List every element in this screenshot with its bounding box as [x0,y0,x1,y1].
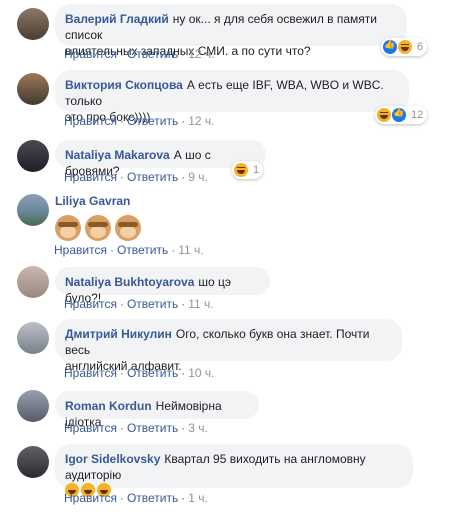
comment-time[interactable]: 9 ч. [188,170,208,184]
emoji-row [55,215,205,245]
separator: · [181,366,186,380]
separator: · [119,47,124,61]
monkey-face-icon [85,215,111,241]
comment-author[interactable]: Nataliya Makarova [65,148,170,162]
like-link[interactable]: Нравится [64,170,117,184]
like-link[interactable]: Нравится [64,491,117,505]
comment-actions: Нравится · Ответить · 10 ч. [64,366,215,380]
comment-author[interactable]: Liliya Gavran [55,194,130,208]
monkey-face-icon [55,215,81,241]
avatar[interactable] [17,194,49,226]
reply-link[interactable]: Ответить [127,366,178,380]
separator: · [181,170,186,184]
like-reaction-icon [383,39,397,54]
monkey-face-icon [115,215,141,241]
reply-link[interactable]: Ответить [127,297,178,311]
comment-bubble: Liliya Gavran [55,193,205,241]
comment-time[interactable]: 12 ч. [188,114,214,128]
comment-bubble: Igor Sidelkovsky Квартал 95 виходить на а… [55,444,413,497]
avatar[interactable] [17,390,49,422]
like-link[interactable]: Нравится [64,47,117,61]
separator: · [119,491,124,505]
separator: · [109,243,114,257]
haha-reaction-icon [234,163,248,177]
comment-bubble: Nataliya Bukhtoyarova шо цэ було?! [55,267,270,305]
separator: · [181,491,186,505]
reaction-count: 12 [411,109,424,121]
reaction-count: 6 [417,41,424,53]
like-link[interactable]: Нравится [64,421,117,435]
avatar[interactable] [17,140,49,172]
like-link[interactable]: Нравится [64,366,117,380]
avatar[interactable] [17,446,49,478]
comment-actions: Нравится · Ответить · 9 ч. [64,170,208,184]
comment-bubble: Виктория Скопцова А есть еще IBF, WBA, WB… [55,70,409,124]
separator: · [181,297,186,311]
reply-link[interactable]: Ответить [127,114,178,128]
comment-time[interactable]: 11 ч. [178,243,203,257]
like-link[interactable]: Нравится [64,297,117,311]
comment-author[interactable]: Igor Sidelkovsky [65,452,160,466]
comment-actions: Нравится · Ответить · 11 ч. [54,243,204,257]
reaction-summary[interactable]: 12 [375,106,428,124]
avatar[interactable] [17,73,49,105]
separator: · [119,421,124,435]
comment-bubble: Roman Kordun Неймовірна ідіотка [55,391,259,429]
comment-bubble: Дмитрий Никулин Ого, сколько букв она зна… [55,319,402,373]
like-link[interactable]: Нравится [54,243,107,257]
comment-time[interactable]: 1 ч. [188,491,208,505]
comment-author[interactable]: Дмитрий Никулин [65,327,172,341]
separator: · [119,297,124,311]
comment-time[interactable]: 11 ч. [188,297,213,311]
reply-link[interactable]: Ответить [127,491,178,505]
comment-author[interactable]: Валерий Гладкий [65,12,169,26]
comment-time[interactable]: 12 ч. [188,47,214,61]
comment-actions: Нравится · Ответить · 12 ч. [64,47,215,61]
comment-author[interactable]: Roman Kordun [65,399,152,413]
avatar[interactable] [17,266,49,298]
separator: · [119,114,124,128]
reaction-summary[interactable]: 6 [381,38,428,56]
avatar[interactable] [17,322,49,354]
separator: · [119,366,124,380]
haha-reaction-icon [398,40,412,54]
comment-actions: Нравится · Ответить · 11 ч. [64,297,214,311]
comment-actions: Нравится · Ответить · 12 ч. [64,114,215,128]
comment-time[interactable]: 3 ч. [188,421,208,435]
reply-link[interactable]: Ответить [127,421,178,435]
haha-reaction-icon [377,108,391,122]
comment-author[interactable]: Виктория Скопцова [65,78,183,92]
like-link[interactable]: Нравится [64,114,117,128]
reaction-summary[interactable]: 1 [232,161,264,179]
comment-actions: Нравится · Ответить · 1 ч. [64,491,208,505]
comment-bubble: Валерий Гладкий ну ок... я для себя освеж… [55,4,407,58]
separator: · [181,47,186,61]
reply-link[interactable]: Ответить [117,243,168,257]
avatar[interactable] [17,8,49,40]
comment-actions: Нравится · Ответить · 3 ч. [64,421,208,435]
separator: · [181,114,186,128]
separator: · [119,170,124,184]
separator: · [171,243,176,257]
reply-link[interactable]: Ответить [127,170,178,184]
like-reaction-icon [392,107,406,122]
reply-link[interactable]: Ответить [127,47,178,61]
comment-author[interactable]: Nataliya Bukhtoyarova [65,275,194,289]
reaction-count: 1 [253,164,260,176]
comment-time[interactable]: 10 ч. [188,366,214,380]
separator: · [181,421,186,435]
